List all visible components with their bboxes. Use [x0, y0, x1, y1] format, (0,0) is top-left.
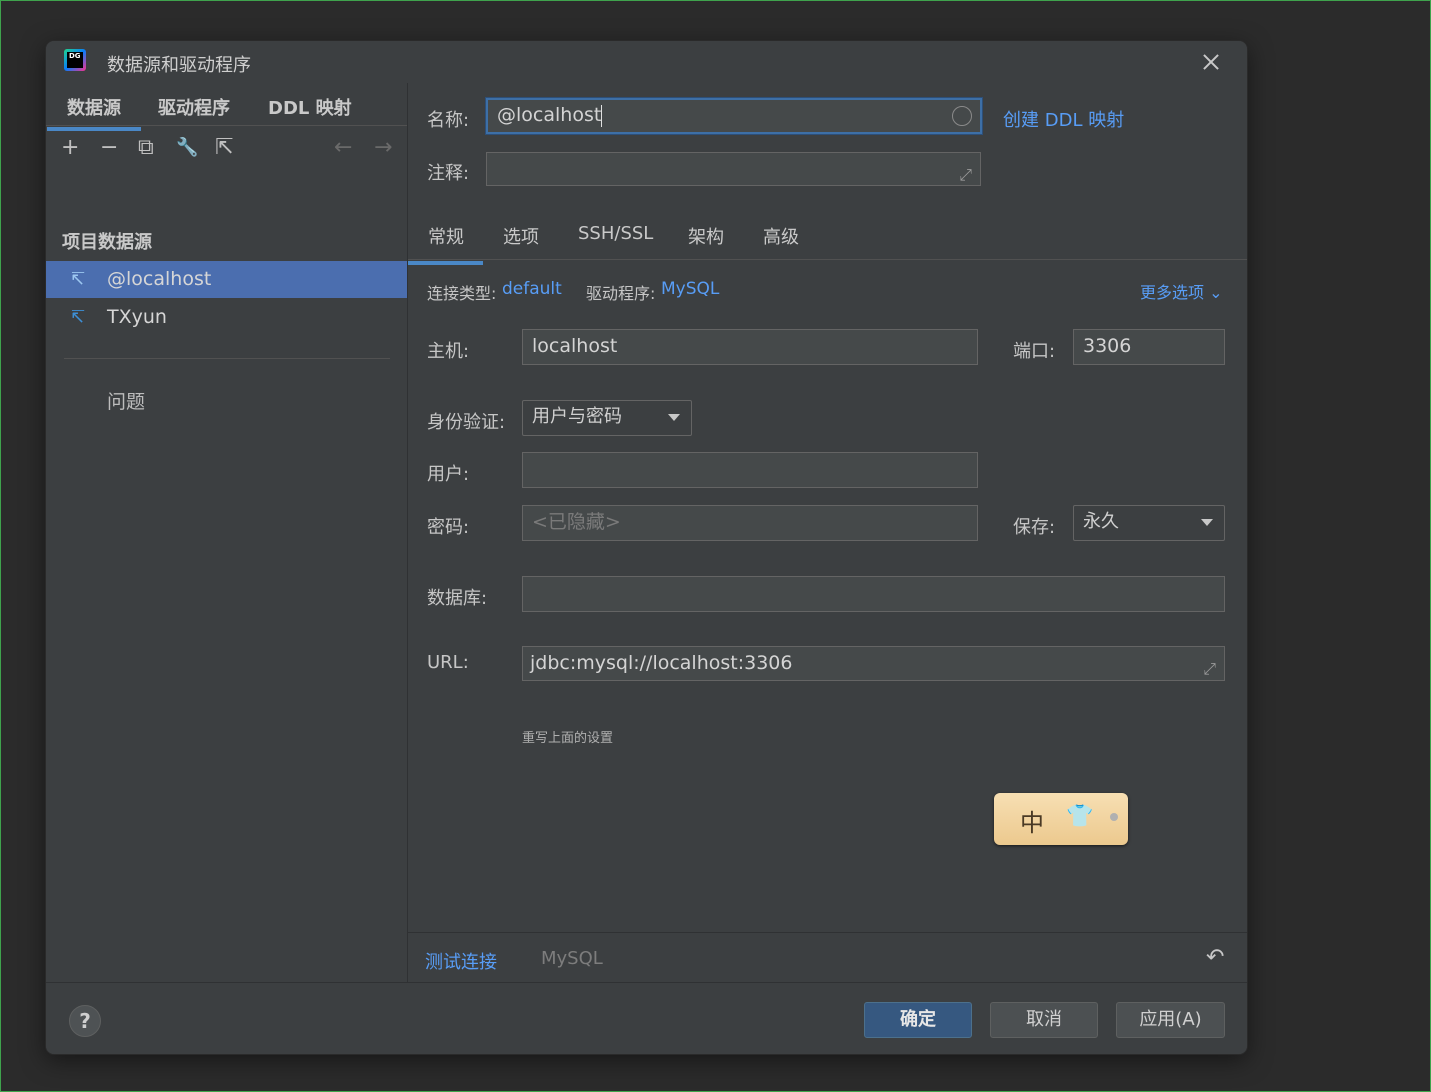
datasource-toolbar: + − ⧉ 🔧 ⇱ ← →: [46, 133, 407, 163]
save-select[interactable]: 永久: [1073, 505, 1225, 541]
tab-ddl-mappings[interactable]: DDL 映射: [268, 94, 352, 120]
comment-label: 注释:: [427, 163, 470, 184]
user-input[interactable]: [522, 452, 978, 488]
connection-type-label: 连接类型:: [427, 284, 497, 303]
right-panel: 名称: @localhost 创建 DDL 映射 注释: ⤢ 常规 选项 SSH…: [408, 83, 1247, 983]
remove-icon[interactable]: −: [100, 133, 118, 163]
ime-mode: 中: [1020, 809, 1044, 837]
datasource-label: @localhost: [107, 268, 212, 290]
driver-link[interactable]: MySQL: [661, 279, 719, 299]
chevron-down-icon: ⌄: [1209, 283, 1223, 302]
auth-label: 身份验证:: [427, 412, 506, 433]
datasource-item-localhost[interactable]: ↸ @localhost: [46, 261, 407, 298]
tab-advanced[interactable]: 高级: [763, 223, 799, 249]
divider: [64, 358, 390, 359]
project-datasources-heading: 项目数据源: [62, 232, 152, 253]
tab-ssh-ssl[interactable]: SSH/SSL: [578, 223, 653, 244]
apply-button[interactable]: 应用(A): [1116, 1002, 1225, 1038]
dialog-footer: ? 确定 取消 应用(A): [46, 982, 1247, 1054]
port-label: 端口:: [1013, 341, 1056, 362]
datasource-label: TXyun: [107, 306, 167, 328]
dropdown-arrow-icon: [1201, 519, 1213, 526]
tab-options[interactable]: 选项: [503, 223, 539, 249]
export-icon[interactable]: ⇱: [215, 133, 233, 163]
password-label: 密码:: [427, 517, 470, 538]
url-hint: 重写上面的设置: [522, 731, 614, 746]
mysql-dolphin-icon: ↸: [70, 269, 86, 290]
skin-icon: 👕: [1066, 804, 1094, 829]
connection-type-link[interactable]: default: [502, 279, 562, 299]
name-label: 名称:: [427, 110, 470, 131]
tab-schemas[interactable]: 架构: [688, 223, 724, 249]
expand-icon[interactable]: ⤢: [959, 159, 972, 191]
more-options-link[interactable]: 更多选项 ⌄: [1140, 279, 1223, 303]
name-input[interactable]: @localhost: [486, 98, 982, 134]
auth-select[interactable]: 用户与密码: [522, 400, 692, 436]
issues-item[interactable]: 问题: [107, 387, 145, 414]
wrench-icon[interactable]: 🔧: [176, 133, 198, 163]
user-label: 用户:: [427, 464, 470, 485]
text-caret: [601, 104, 603, 127]
window-title: 数据源和驱动程序: [107, 55, 251, 76]
comment-input[interactable]: ⤢: [486, 152, 981, 186]
forward-arrow-icon[interactable]: →: [374, 133, 392, 163]
database-label: 数据库:: [427, 588, 488, 609]
close-icon[interactable]: [1198, 49, 1224, 75]
password-input[interactable]: <已隐藏>: [522, 505, 978, 541]
settings-tabs: 常规 选项 SSH/SSL 架构 高级: [408, 213, 1247, 265]
host-label: 主机:: [427, 341, 470, 362]
title-bar: DG 数据源和驱动程序: [46, 41, 1247, 83]
tab-general[interactable]: 常规: [408, 223, 483, 265]
ring-icon: [1110, 813, 1118, 821]
help-button[interactable]: ?: [69, 1005, 101, 1037]
port-input[interactable]: 3306: [1073, 329, 1225, 365]
datagrip-logo-icon: DG: [64, 49, 86, 71]
save-label: 保存:: [1013, 517, 1056, 538]
add-icon[interactable]: +: [61, 133, 79, 163]
copy-icon[interactable]: ⧉: [138, 133, 154, 163]
cancel-button[interactable]: 取消: [990, 1002, 1098, 1038]
left-tabs: 数据源 驱动程序 DDL 映射: [46, 83, 407, 131]
datasources-dialog: DG 数据源和驱动程序 数据源 驱动程序 DDL 映射 + − ⧉ 🔧 ⇱ ← …: [46, 41, 1247, 1054]
tab-drivers[interactable]: 驱动程序: [158, 94, 230, 120]
url-input[interactable]: jdbc:mysql://localhost:3306 ⤢: [522, 646, 1225, 681]
driver-label: 驱动程序:: [586, 284, 656, 303]
left-panel: 数据源 驱动程序 DDL 映射 + − ⧉ 🔧 ⇱ ← → 项目数据源 ↸ @l…: [46, 83, 408, 982]
test-connection-bar: 测试连接 MySQL ↶: [408, 932, 1247, 983]
ime-status-badge[interactable]: 中 👕: [994, 793, 1128, 845]
create-ddl-mapping-link[interactable]: 创建 DDL 映射: [1003, 106, 1124, 132]
driver-name-label: MySQL: [541, 948, 603, 969]
mysql-dolphin-icon: ↸: [70, 307, 86, 328]
tab-datasources[interactable]: 数据源: [47, 94, 141, 131]
ok-button[interactable]: 确定: [864, 1002, 972, 1038]
test-connection-link[interactable]: 测试连接: [425, 948, 497, 974]
status-circle-icon: [952, 106, 972, 126]
revert-icon[interactable]: ↶: [1206, 945, 1224, 970]
host-input[interactable]: localhost: [522, 329, 978, 365]
back-arrow-icon[interactable]: ←: [334, 133, 352, 163]
url-label: URL:: [427, 652, 469, 673]
expand-icon[interactable]: ⤢: [1203, 653, 1216, 685]
datasource-item-txyun[interactable]: ↸ TXyun: [46, 299, 407, 336]
database-input[interactable]: [522, 576, 1225, 612]
dropdown-arrow-icon: [668, 414, 680, 421]
